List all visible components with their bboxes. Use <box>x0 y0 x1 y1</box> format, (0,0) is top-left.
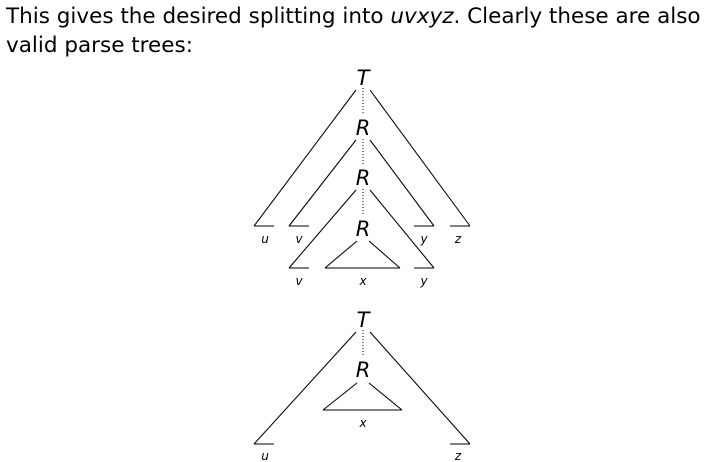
tree2-T-left-edge <box>253 331 357 445</box>
tree1-R1-right-edge <box>369 139 435 227</box>
tree2-root-T: T <box>357 308 372 332</box>
tree2-R-right-edge <box>368 382 403 411</box>
parse-trees-figure: T R R R u v y z v x y T R u x z <box>253 66 471 462</box>
tree2-leaf-x: x <box>358 416 367 430</box>
tree1-leaf-x: x <box>358 274 367 288</box>
tree1-R1-left-edge <box>288 139 357 227</box>
tree2-leaf-u: u <box>261 449 269 462</box>
tree1-R2: R <box>356 166 371 190</box>
tree1-root-T: T <box>357 66 372 90</box>
tree1-leaf-v-inner: v <box>295 274 303 288</box>
tree2-R1: R <box>356 358 371 382</box>
tree1-leaf-y-inner: y <box>419 274 428 288</box>
tree1-R3-left-edge <box>324 240 358 269</box>
parse-tree-2: T R u x z <box>253 308 471 462</box>
tree1-R3-right-edge <box>368 240 401 269</box>
tree1-leaf-v-outer: v <box>295 232 303 246</box>
tree1-R3: R <box>356 217 371 241</box>
tree1-leaf-u: u <box>261 232 269 246</box>
tree1-T-right-edge <box>369 89 471 227</box>
tree2-R-left-edge <box>322 382 358 411</box>
parse-tree-1: T R R R u v y z v x y <box>253 66 471 288</box>
tree1-leaf-z: z <box>454 232 462 246</box>
tree1-R1: R <box>356 116 371 140</box>
tree1-R2-left-edge <box>288 189 357 269</box>
tree2-leaf-z: z <box>454 449 462 462</box>
tree2-T-right-edge <box>369 331 471 445</box>
tree1-leaf-y-outer: y <box>419 232 428 246</box>
tree1-R2-right-edge <box>369 189 435 269</box>
